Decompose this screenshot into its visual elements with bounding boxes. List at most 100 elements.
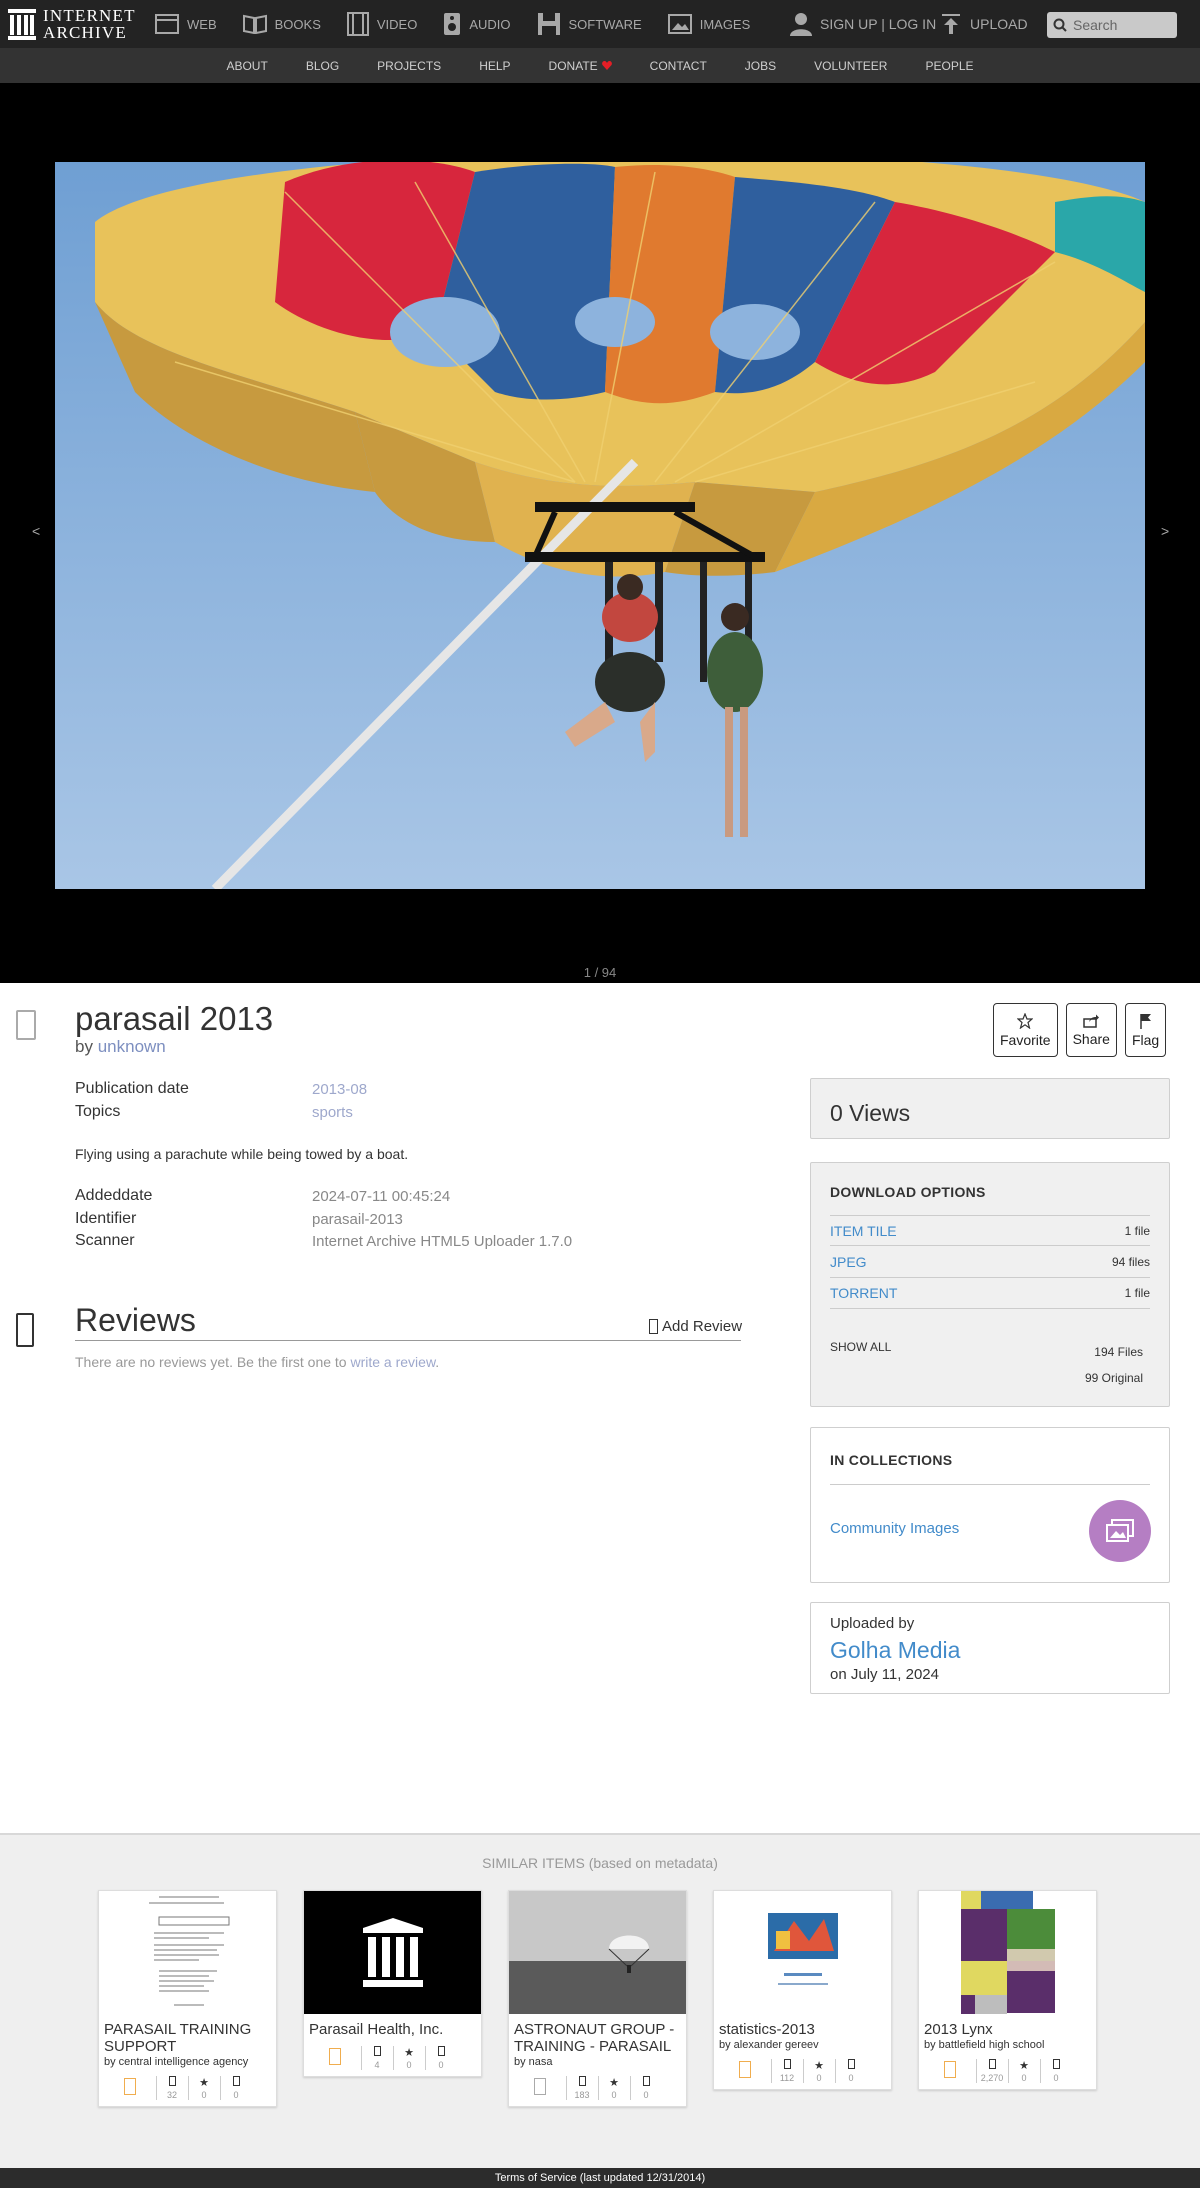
books-icon	[242, 14, 267, 34]
item-title: statistics-2013	[719, 2021, 815, 2038]
item-thumbnail	[509, 1891, 686, 2014]
collections-panel: IN COLLECTIONS Community Images	[810, 1427, 1170, 1583]
parasail-illustration	[55, 162, 1145, 889]
meta-label-identifier: Identifier	[75, 1210, 137, 1227]
favorites-icon: ★	[1019, 2060, 1029, 2072]
item-actions: Favorite Share Flag	[993, 1003, 1174, 1057]
download-row-jpeg: JPEG 94 files	[830, 1247, 1150, 1278]
subnav-help[interactable]: HELP	[479, 59, 510, 73]
next-image-button[interactable]: >	[1161, 523, 1169, 539]
collection-badge[interactable]	[1089, 1500, 1151, 1562]
views-icon	[373, 2046, 381, 2056]
similar-item-card[interactable]: statistics-2013 by alexander gereev 112 …	[713, 1890, 892, 2090]
similar-items-heading: SIMILAR ITEMS (based on metadata)	[482, 1855, 718, 1871]
nav-images[interactable]: IMAGES	[667, 14, 750, 34]
subnav-about[interactable]: ABOUT	[226, 59, 267, 73]
download-item-tile-link[interactable]: ITEM TILE	[830, 1223, 897, 1239]
uploader-panel: Uploaded by Golha Media on July 11, 2024	[810, 1602, 1170, 1694]
views-icon	[578, 2076, 586, 2086]
item-thumbnail	[919, 1891, 1096, 2014]
item-title: parasail 2013	[75, 1000, 274, 1037]
logo-line1: INTERNET	[43, 6, 136, 25]
nav-audio[interactable]: AUDIO	[443, 12, 511, 36]
similar-item-card[interactable]: PARASAIL TRAINING SUPPORT by central int…	[98, 1890, 277, 2107]
item-creator: by battlefield high school	[924, 2039, 1045, 2051]
audio-icon	[444, 13, 461, 35]
nav-software[interactable]: SOFTWARE	[537, 12, 642, 36]
top-navbar: INTERNET ARCHIVE WEB BOOKS VIDEO AUDIO S…	[0, 0, 1200, 48]
subnav-blog[interactable]: BLOG	[306, 59, 339, 73]
texts-icon	[943, 2061, 956, 2078]
views-icon	[988, 2059, 996, 2069]
views-icon	[168, 2076, 176, 2086]
views-icon	[783, 2059, 791, 2069]
similar-item-card[interactable]: 2013 Lynx by battlefield high school 2,2…	[918, 1890, 1097, 2090]
search-box	[1047, 12, 1177, 38]
item-creator: by nasa	[514, 2056, 553, 2068]
flag-icon	[1139, 1013, 1151, 1029]
nav-video[interactable]: VIDEO	[346, 12, 417, 36]
favorites-icon: ★	[814, 2060, 824, 2072]
show-all-button[interactable]: SHOW ALL	[830, 1340, 891, 1354]
uploader-link[interactable]: Golha Media	[830, 1637, 960, 1664]
report-cover-thumbnail	[714, 1891, 891, 2014]
download-row-item-tile: ITEM TILE 1 file	[830, 1215, 1150, 1246]
meta-value-publication-date[interactable]: 2013-08	[312, 1081, 367, 1098]
user-icon	[790, 13, 812, 36]
prev-image-button[interactable]: <	[32, 523, 40, 539]
download-torrent-link[interactable]: TORRENT	[830, 1285, 897, 1301]
search-input[interactable]	[1073, 17, 1169, 33]
signup-login-link[interactable]: SIGN UP | LOG IN	[790, 0, 936, 48]
video-icon	[346, 12, 369, 36]
parasail-photo[interactable]	[55, 162, 1145, 889]
logo-line2: ARCHIVE	[43, 23, 127, 42]
subnav-contact[interactable]: CONTACT	[650, 59, 707, 73]
subnav-projects[interactable]: PROJECTS	[377, 59, 441, 73]
search-icon	[1053, 18, 1067, 32]
item-thumbnail	[304, 1891, 481, 2014]
reviews-count-icon	[642, 2076, 650, 2086]
download-options-heading: DOWNLOAD OPTIONS	[830, 1184, 986, 1200]
pencil-icon	[649, 1319, 658, 1334]
favorites-icon: ★	[609, 2077, 619, 2089]
subnav-volunteer[interactable]: VOLUNTEER	[814, 59, 887, 73]
no-reviews-text: There are no reviews yet. Be the first o…	[75, 1354, 440, 1370]
internet-archive-logo[interactable]: INTERNET ARCHIVE	[0, 0, 155, 48]
write-review-link[interactable]: write a review	[350, 1354, 435, 1370]
meta-value-addeddate: 2024-07-11 00:45:24	[312, 1188, 451, 1205]
download-options-panel: DOWNLOAD OPTIONS ITEM TILE 1 file JPEG 9…	[810, 1162, 1170, 1407]
texts-icon	[328, 2048, 341, 2065]
terms-of-service-link[interactable]: Terms of Service (last updated 12/31/201…	[0, 2168, 1200, 2188]
download-jpeg-link[interactable]: JPEG	[830, 1254, 867, 1270]
meta-label-topics: Topics	[75, 1103, 121, 1120]
software-icon	[537, 13, 560, 35]
item-title: ASTRONAUT GROUP - TRAINING - PARASAIL	[514, 2021, 675, 2055]
add-review-button[interactable]: Add Review	[649, 1318, 742, 1335]
meta-value-identifier: parasail-2013	[312, 1211, 403, 1228]
similar-item-card[interactable]: ASTRONAUT GROUP - TRAINING - PARASAIL by…	[508, 1890, 687, 2107]
upload-link[interactable]: UPLOAD	[942, 0, 1028, 48]
upload-date: on July 11, 2024	[830, 1666, 939, 1683]
favorite-button[interactable]: Favorite	[993, 1003, 1058, 1057]
share-button[interactable]: Share	[1065, 1003, 1117, 1057]
meta-value-topics[interactable]: sports	[312, 1104, 353, 1121]
nav-web[interactable]: WEB	[155, 14, 217, 34]
creator-link[interactable]: unknown	[98, 1037, 166, 1056]
item-stats: 112 ★ 0 0	[714, 2051, 891, 2089]
item-stats: 2,270 ★ 0 0	[919, 2051, 1096, 2089]
nav-books[interactable]: BOOKS	[242, 14, 321, 34]
total-files-count: 194 Files	[1094, 1345, 1143, 1359]
subnav-donate[interactable]: DONATE	[549, 59, 612, 73]
item-title: Parasail Health, Inc.	[309, 2021, 444, 2038]
item-description: Flying using a parachute while being tow…	[75, 1146, 409, 1162]
reviews-heading: Reviews	[75, 1302, 196, 1338]
flag-button[interactable]: Flag	[1124, 1003, 1167, 1057]
subnav-jobs[interactable]: JOBS	[745, 59, 776, 73]
subnav-people[interactable]: PEOPLE	[925, 59, 973, 73]
meta-label-addeddate: Addeddate	[75, 1187, 153, 1204]
item-stats: 32 ★ 0 0	[99, 2068, 276, 2106]
heart-icon	[601, 61, 612, 70]
similar-item-card[interactable]: Parasail Health, Inc. 4 ★ 0 0	[303, 1890, 482, 2077]
item-title: 2013 Lynx	[924, 2021, 993, 2038]
collection-link[interactable]: Community Images	[830, 1520, 959, 1537]
